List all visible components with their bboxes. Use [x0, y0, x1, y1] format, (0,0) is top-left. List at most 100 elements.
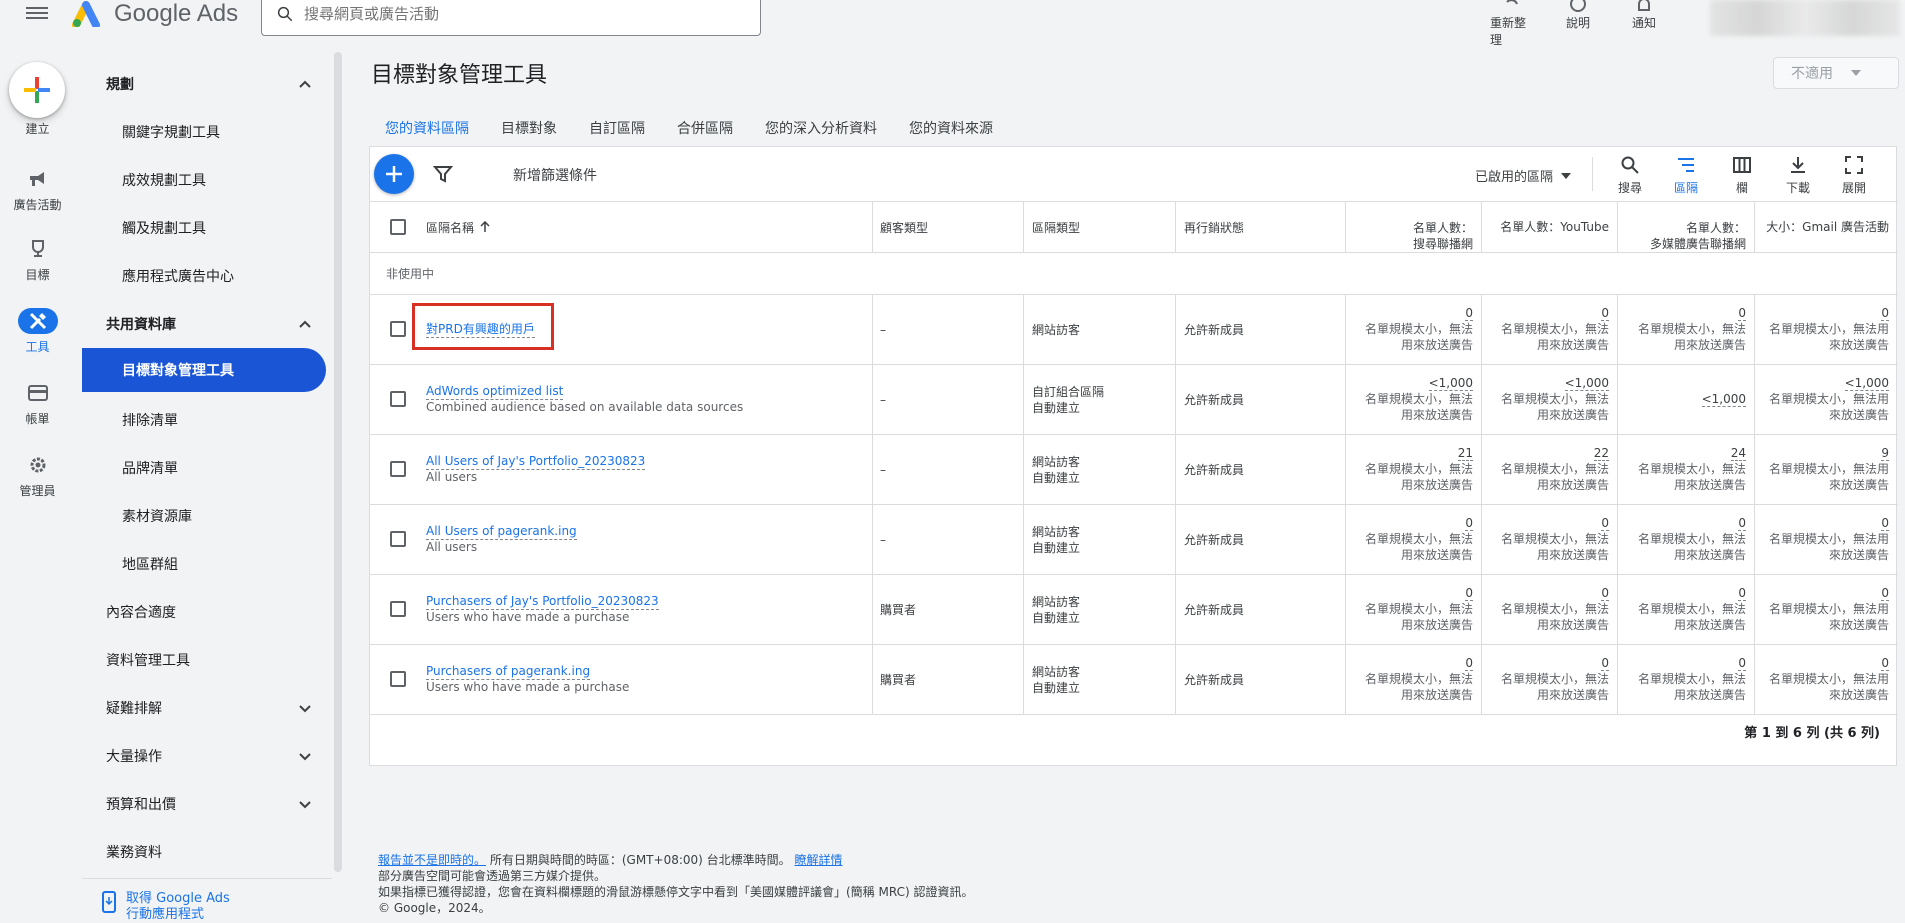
- header-size-display[interactable]: 名單人數： 多媒體廣告聯播網: [1618, 202, 1754, 252]
- size-value[interactable]: 24: [1730, 446, 1746, 461]
- size-value[interactable]: 0: [1465, 586, 1473, 601]
- search-icon: [1621, 156, 1639, 174]
- size-value[interactable]: 0: [1601, 306, 1609, 321]
- segment-status-dropdown[interactable]: 已啟用的區隔: [1475, 166, 1572, 185]
- tab-your-data-segments[interactable]: 您的資料區隔: [369, 106, 485, 150]
- nav-group-planning[interactable]: 規劃: [82, 62, 326, 106]
- get-mobile-app-link[interactable]: 取得 Google Ads 行動應用程式: [82, 878, 332, 923]
- nav-group-budgets-bidding[interactable]: 預算和出價: [82, 782, 326, 826]
- add-segment-button[interactable]: [374, 154, 414, 194]
- header-name[interactable]: 區隔名稱: [426, 202, 726, 252]
- search-box[interactable]: [261, 0, 761, 36]
- size-value[interactable]: 0: [1601, 656, 1609, 671]
- size-value[interactable]: 0: [1738, 586, 1746, 601]
- google-ads-logo[interactable]: Google Ads: [72, 0, 238, 28]
- size-value[interactable]: 0: [1601, 586, 1609, 601]
- report-not-realtime-link[interactable]: 報告並不是即時的。: [378, 853, 486, 867]
- nav-item-app-advertising-hub[interactable]: 應用程式廣告中心: [82, 254, 326, 298]
- size-value[interactable]: <1,000: [1701, 392, 1746, 407]
- table-row: 對PRD有興趣的用戶 – 網站訪客 允許新成員 0 名單規模太小，無法 用來放送廣告 0 名單規…: [370, 295, 1898, 365]
- size-value[interactable]: 9: [1881, 446, 1889, 461]
- rail-item-admin[interactable]: 管理員: [0, 452, 75, 499]
- segment-name-link[interactable]: All Users of Jay's Portfolio_20230823: [426, 454, 646, 470]
- fullscreen-button[interactable]: 展開: [1828, 155, 1880, 196]
- row-checkbox[interactable]: [390, 391, 406, 407]
- select-all-checkbox[interactable]: [390, 219, 406, 235]
- account-info-blurred[interactable]: [1710, 0, 1900, 36]
- header-segment-type[interactable]: 區隔類型: [1032, 202, 1172, 252]
- size-value[interactable]: 0: [1601, 516, 1609, 531]
- size-value[interactable]: 22: [1593, 446, 1609, 461]
- columns-button[interactable]: 欄: [1716, 155, 1768, 196]
- header-remarketing-status[interactable]: 再行銷狀態: [1184, 202, 1334, 252]
- size-value[interactable]: <1,000: [1844, 376, 1889, 391]
- size-value[interactable]: 0: [1881, 656, 1889, 671]
- nav-item-audience-manager[interactable]: 目標對象管理工具: [82, 348, 326, 392]
- tab-insights[interactable]: 您的深入分析資料: [749, 106, 893, 150]
- nav-item-keyword-planner[interactable]: 關鍵字規劃工具: [82, 110, 326, 154]
- nav-group-troubleshooting[interactable]: 疑難排解: [82, 686, 326, 730]
- size-value[interactable]: 0: [1465, 516, 1473, 531]
- row-checkbox[interactable]: [390, 531, 406, 547]
- search-button[interactable]: 搜尋: [1604, 155, 1656, 196]
- size-note-line1: 名單規模太小，無法用: [1768, 392, 1889, 406]
- row-checkbox[interactable]: [390, 601, 406, 617]
- size-value[interactable]: 0: [1881, 516, 1889, 531]
- tab-custom-segments[interactable]: 自訂區隔: [573, 106, 661, 150]
- size-value[interactable]: <1,000: [1564, 376, 1609, 391]
- size-value[interactable]: 0: [1738, 516, 1746, 531]
- nav-item-content-suitability[interactable]: 內容合適度: [82, 590, 326, 634]
- header-size-search-line2: 搜尋聯播網: [1412, 237, 1473, 251]
- size-note-line2: 來放送廣告: [1828, 548, 1889, 562]
- na-select[interactable]: 不適用: [1773, 57, 1899, 89]
- rail-create-label[interactable]: 建立: [0, 120, 75, 137]
- size-value[interactable]: 0: [1881, 306, 1889, 321]
- size-value[interactable]: 0: [1738, 306, 1746, 321]
- nav-item-exclusion-lists[interactable]: 排除清單: [82, 398, 326, 442]
- tab-audiences[interactable]: 目標對象: [485, 106, 573, 150]
- size-value[interactable]: 21: [1457, 446, 1473, 461]
- row-checkbox[interactable]: [390, 321, 406, 337]
- segment-name-link[interactable]: Purchasers of Jay's Portfolio_20230823: [426, 594, 659, 610]
- add-filter-button[interactable]: 新增篩選條件: [513, 165, 597, 185]
- header-size-search[interactable]: 名單人數： 搜尋聯播網: [1346, 202, 1481, 252]
- search-input[interactable]: [304, 5, 724, 23]
- size-value[interactable]: 0: [1465, 656, 1473, 671]
- filter-icon[interactable]: [433, 164, 453, 184]
- size-value[interactable]: <1,000: [1428, 376, 1473, 391]
- size-value[interactable]: 0: [1465, 306, 1473, 321]
- timezone-text: 所有日期與時間的時區：(GMT+08:00) 台北標準時間。: [489, 853, 791, 867]
- nav-item-business-data[interactable]: 業務資料: [82, 830, 326, 874]
- create-button[interactable]: [9, 62, 65, 118]
- segment-name-link[interactable]: All Users of pagerank.ing: [426, 524, 577, 540]
- row-checkbox[interactable]: [390, 461, 406, 477]
- segment-name-link[interactable]: Purchasers of pagerank.ing: [426, 664, 591, 680]
- menu-icon[interactable]: [26, 4, 48, 22]
- size-value[interactable]: 0: [1738, 656, 1746, 671]
- segment-name-link[interactable]: AdWords optimized list: [426, 384, 564, 400]
- size-note-line1: 名單規模太小，無法: [1364, 322, 1473, 336]
- segment-button[interactable]: 區隔: [1660, 155, 1712, 196]
- rail-item-goals[interactable]: 目標: [0, 236, 75, 283]
- nav-group-bulk-actions[interactable]: 大量操作: [82, 734, 326, 778]
- rail-item-tools[interactable]: 工具: [0, 308, 75, 355]
- header-size-gmail[interactable]: 大小：Gmail 廣告活動: [1755, 202, 1897, 252]
- learn-more-link[interactable]: 瞭解詳情: [794, 853, 842, 867]
- download-button[interactable]: 下載: [1772, 155, 1824, 196]
- header-size-youtube[interactable]: 名單人數：YouTube: [1482, 202, 1617, 252]
- row-checkbox[interactable]: [390, 671, 406, 687]
- size-value[interactable]: 0: [1881, 586, 1889, 601]
- rail-item-billing[interactable]: 帳單: [0, 380, 75, 427]
- nav-item-brand-lists[interactable]: 品牌清單: [82, 446, 326, 490]
- nav-item-performance-planner[interactable]: 成效規劃工具: [82, 158, 326, 202]
- nav-group-shared-library[interactable]: 共用資料庫: [82, 302, 326, 346]
- tab-data-sources[interactable]: 您的資料來源: [893, 106, 1009, 150]
- rail-item-campaigns[interactable]: 廣告活動: [0, 166, 75, 213]
- side-nav-scrollbar[interactable]: [334, 52, 342, 872]
- tab-combined-segments[interactable]: 合併區隔: [661, 106, 749, 150]
- nav-item-location-groups[interactable]: 地區群組: [82, 542, 326, 586]
- header-customer-type[interactable]: 顧客類型: [880, 202, 1020, 252]
- nav-item-reach-planner[interactable]: 觸及規劃工具: [82, 206, 326, 250]
- nav-item-asset-library[interactable]: 素材資源庫: [82, 494, 326, 538]
- nav-item-data-manager[interactable]: 資料管理工具: [82, 638, 326, 682]
